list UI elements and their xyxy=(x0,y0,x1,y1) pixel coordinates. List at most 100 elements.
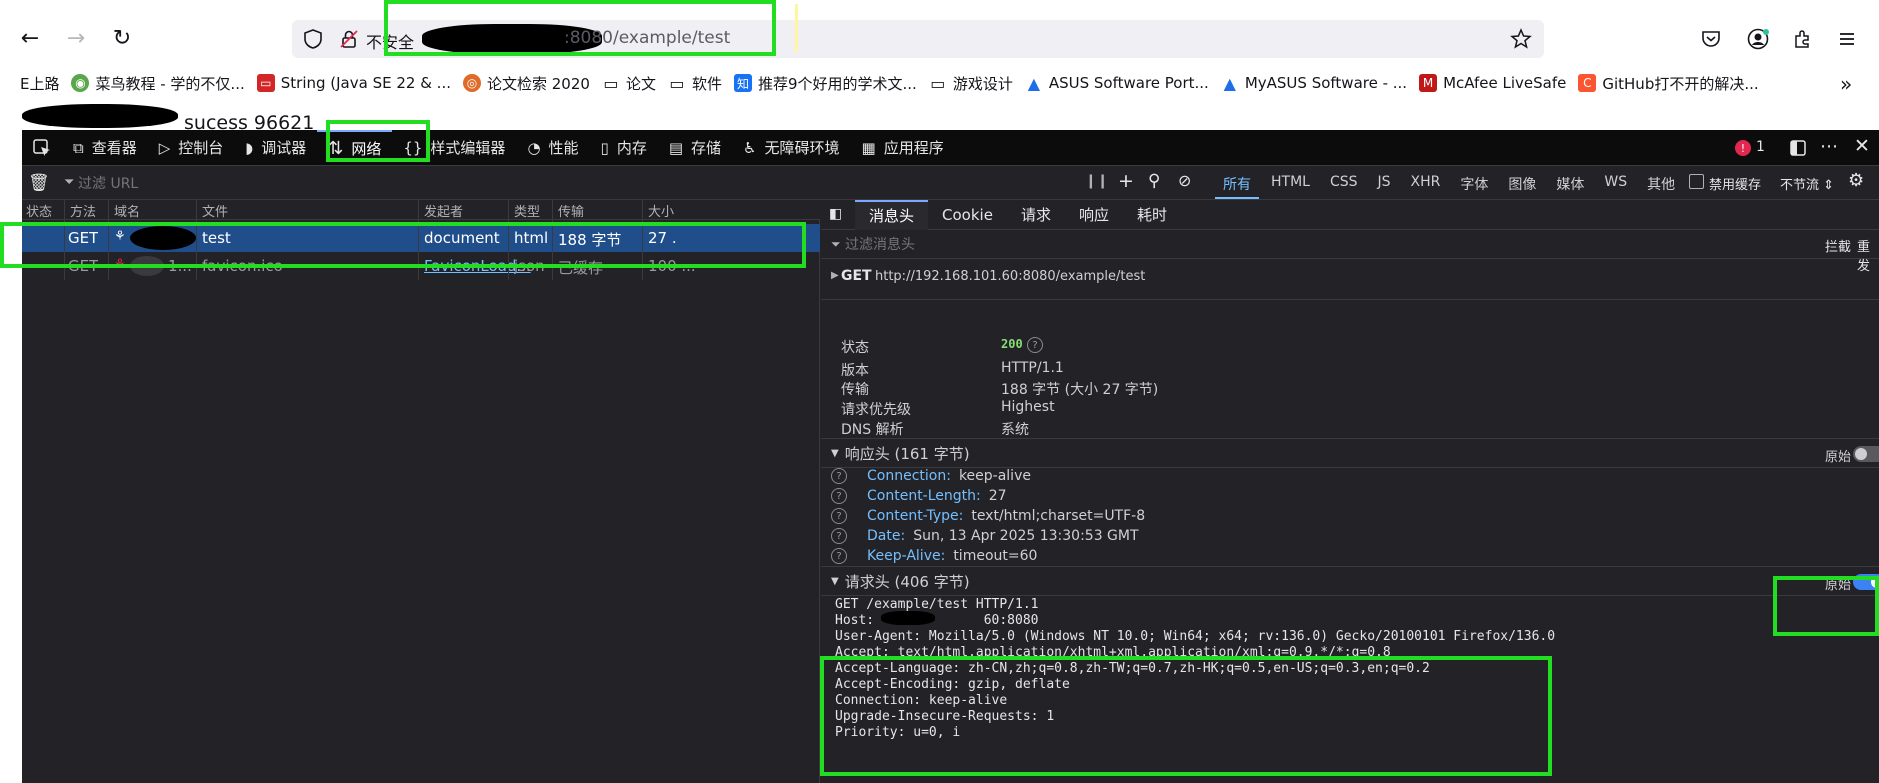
col-initiator[interactable]: 发起者 xyxy=(424,201,463,220)
filter-type-images[interactable]: 图像 xyxy=(1500,171,1544,199)
element-picker-icon[interactable] xyxy=(22,130,62,166)
add-request-icon[interactable]: + xyxy=(1118,170,1134,192)
reload-icon[interactable]: ↻ xyxy=(106,22,138,54)
tab-request[interactable]: 请求 xyxy=(1007,200,1065,230)
raw-request-toggle[interactable] xyxy=(1853,574,1879,590)
collapse-triangle-icon[interactable]: ▼ xyxy=(831,576,839,587)
search-icon[interactable]: ⚲ xyxy=(1148,171,1160,191)
more-bookmarks-chevron-icon[interactable]: » xyxy=(1840,72,1852,96)
raw-response-toggle[interactable] xyxy=(1853,446,1879,462)
request-url-row[interactable]: ▶ GET http://192.168.101.60:8080/example… xyxy=(821,260,1879,300)
block-button[interactable]: 拦截 xyxy=(1825,236,1851,255)
account-icon[interactable] xyxy=(1746,27,1770,51)
help-question-icon[interactable]: ? xyxy=(1027,337,1043,353)
toggle-sidebar-icon[interactable]: ◧ xyxy=(829,206,842,222)
filter-type-all[interactable]: 所有 xyxy=(1215,171,1259,199)
bookmark-item[interactable]: ◉ 菜鸟教程 - 学的不仅... xyxy=(71,73,245,94)
tab-application[interactable]: ▦ 应用程序 xyxy=(851,130,955,166)
tab-inspector[interactable]: ⧉ 查看器 xyxy=(62,130,148,166)
tab-headers[interactable]: 消息头 xyxy=(855,199,929,230)
cursor-marker xyxy=(795,4,798,52)
col-file[interactable]: 文件 xyxy=(202,201,228,220)
bookmark-label: 菜鸟教程 - 学的不仅... xyxy=(95,74,245,93)
tab-cookies[interactable]: Cookie xyxy=(928,200,1007,230)
filter-type-media[interactable]: 媒体 xyxy=(1548,171,1592,199)
bookmark-item[interactable]: ▭ String (Java SE 22 & ... xyxy=(256,74,451,92)
col-transfer[interactable]: 传输 xyxy=(558,201,584,220)
tab-accessibility[interactable]: ♿ 无障碍环境 xyxy=(732,130,850,166)
col-method[interactable]: 方法 xyxy=(70,201,96,220)
filter-type-css[interactable]: CSS xyxy=(1322,171,1366,199)
expand-triangle-icon[interactable]: ▶ xyxy=(831,270,839,281)
bookmark-item[interactable]: ◎ 论文检索 2020 xyxy=(462,73,590,94)
column-divider[interactable] xyxy=(552,200,553,280)
menu-icon[interactable] xyxy=(1836,28,1858,50)
col-type[interactable]: 类型 xyxy=(514,201,540,220)
request-headers-section[interactable]: ▼ 请求头 (406 字节) 原始 xyxy=(821,566,1879,596)
help-question-icon[interactable]: ? xyxy=(831,468,847,484)
response-headers-section[interactable]: ▼ 响应头 (161 字节) 原始 xyxy=(821,438,1879,468)
bookmark-item[interactable]: M McAfee LiveSafe xyxy=(1419,74,1566,92)
tab-style-editor[interactable]: {} 样式编辑器 xyxy=(392,130,516,166)
throttle-select[interactable]: 不节流 ⇕ xyxy=(1780,174,1834,193)
trash-icon[interactable]: 🗑 xyxy=(28,173,50,193)
bookmark-item[interactable]: ▭ 论文 xyxy=(602,73,656,94)
help-question-icon[interactable]: ? xyxy=(831,548,847,564)
tab-debugger[interactable]: ◗ 调试器 xyxy=(234,130,317,166)
pocket-icon[interactable] xyxy=(1700,28,1722,50)
filter-type-html[interactable]: HTML xyxy=(1263,171,1318,199)
help-question-icon[interactable]: ? xyxy=(831,508,847,524)
tab-performance[interactable]: ◔ 性能 xyxy=(516,130,589,166)
forward-arrow-icon[interactable]: → xyxy=(60,22,92,54)
bookmark-star-icon[interactable] xyxy=(1510,28,1532,50)
tab-console[interactable]: ▷ 控制台 xyxy=(148,130,235,166)
tab-response[interactable]: 响应 xyxy=(1065,200,1123,230)
collapse-triangle-icon[interactable]: ▼ xyxy=(831,448,839,459)
tab-memory[interactable]: ▯ 内存 xyxy=(590,130,658,166)
pause-icon[interactable]: ❙❙ xyxy=(1085,173,1108,189)
help-question-icon[interactable]: ? xyxy=(831,488,847,504)
tab-storage[interactable]: ▤ 存储 xyxy=(658,130,732,166)
filter-type-xhr[interactable]: XHR xyxy=(1403,171,1449,199)
column-divider[interactable] xyxy=(418,200,419,280)
bookmark-item[interactable]: ▲ ASUS Software Port... xyxy=(1025,74,1209,93)
table-row[interactable]: 200 GET ⚘ test document html 188 字节 27 .… xyxy=(22,224,820,252)
back-arrow-icon[interactable]: ← xyxy=(14,22,46,54)
bookmark-item[interactable]: E上路 xyxy=(20,73,59,94)
error-icon[interactable]: ! xyxy=(1735,140,1751,156)
extensions-icon[interactable] xyxy=(1792,28,1814,50)
col-status[interactable]: 状态 xyxy=(26,201,52,220)
column-divider[interactable] xyxy=(642,200,643,280)
insecure-lock-icon[interactable] xyxy=(338,28,360,50)
filter-type-fonts[interactable]: 字体 xyxy=(1452,171,1496,199)
more-options-icon[interactable]: ⋯ xyxy=(1820,136,1838,157)
column-divider[interactable] xyxy=(508,200,509,280)
block-icon[interactable]: ⊘ xyxy=(1178,171,1191,190)
filter-headers-input[interactable] xyxy=(845,235,1605,255)
col-domain[interactable]: 域名 xyxy=(114,201,140,220)
disable-cache-checkbox[interactable] xyxy=(1689,174,1704,189)
column-divider[interactable] xyxy=(108,200,109,280)
filter-type-other[interactable]: 其他 xyxy=(1639,171,1683,199)
table-row[interactable]: 404 GET ⚘ 1... favicon.ico FaviconLoad..… xyxy=(22,252,820,280)
filter-type-js[interactable]: JS xyxy=(1370,171,1399,199)
close-devtools-icon[interactable]: ✕ xyxy=(1854,135,1870,157)
bookmark-item[interactable]: ▲ MyASUS Software - ... xyxy=(1221,74,1407,93)
column-divider[interactable] xyxy=(196,200,197,280)
bookmark-item[interactable]: C GitHub打不开的解决... xyxy=(1578,73,1759,94)
tab-timings[interactable]: 耗时 xyxy=(1123,200,1181,230)
filter-url-input[interactable] xyxy=(78,173,898,195)
bookmark-item[interactable]: ▭ 游戏设计 xyxy=(929,73,1013,94)
dock-toggle-icon[interactable] xyxy=(1788,138,1808,158)
url-bar[interactable]: 不安全 :8080/example/test xyxy=(292,20,1544,58)
help-question-icon[interactable]: ? xyxy=(831,528,847,544)
bookmark-item[interactable]: 知推荐9个好用的学术文... xyxy=(733,73,917,94)
shield-icon[interactable] xyxy=(302,28,324,50)
filter-type-ws[interactable]: WS xyxy=(1596,171,1635,199)
col-size[interactable]: 大小 xyxy=(648,201,674,220)
column-divider[interactable] xyxy=(64,200,65,280)
bookmark-item[interactable]: ▭ 软件 xyxy=(668,73,722,94)
error-count[interactable]: 1 xyxy=(1756,139,1765,155)
tab-network[interactable]: ⇅ 网络 xyxy=(317,129,393,166)
gear-icon[interactable]: ⚙ xyxy=(1848,170,1864,191)
